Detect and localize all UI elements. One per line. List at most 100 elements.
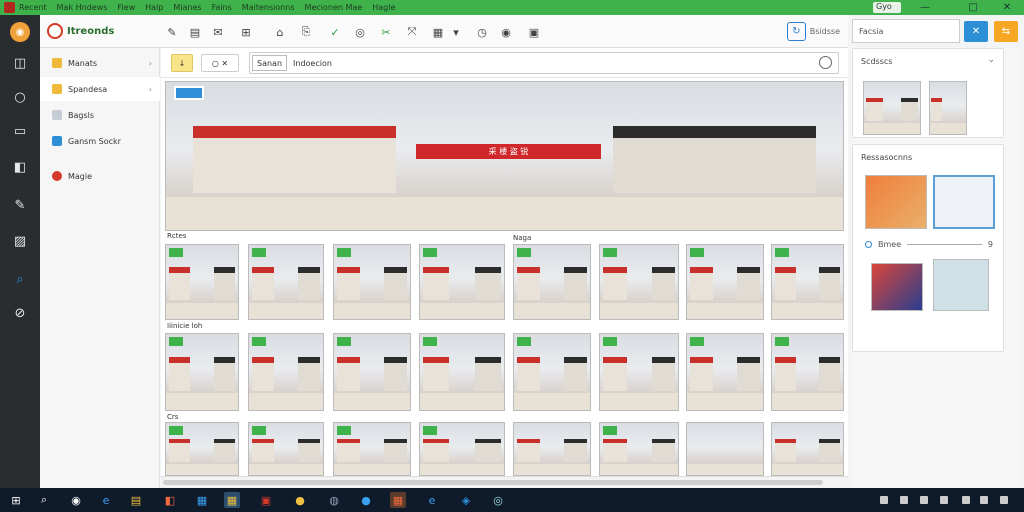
tool-copy-icon[interactable]: ⎘ [298,24,314,40]
chrome-icon[interactable]: ● [292,492,308,508]
tool-record-icon[interactable]: ◉ [498,24,514,40]
tool-table-icon[interactable]: ▦ [430,24,446,40]
app-logo-icon[interactable]: ◉ [10,22,30,42]
thumbnail[interactable] [686,422,764,476]
taskbar-search-icon[interactable]: ⌕ [36,492,52,508]
thumbnail[interactable] [419,422,505,476]
store-icon[interactable]: ▦ [194,492,210,508]
resource-thumbnail[interactable] [871,263,923,311]
thumbnail[interactable] [248,422,324,476]
sidebar-item-manats[interactable]: Manats › [40,51,160,75]
thumbnail[interactable] [599,422,679,476]
sidebar-item-gansm-sockr[interactable]: Gansm Sockr [40,129,160,153]
image-icon[interactable]: ▨ [10,231,30,251]
app-icon[interactable]: ◧ [162,492,178,508]
thumbnail[interactable] [333,244,411,320]
thumbnail[interactable] [248,244,324,320]
thumbnail[interactable] [165,422,239,476]
tool-dropdown-icon[interactable]: ▾ [448,24,464,40]
resource-thumbnail[interactable] [933,259,989,311]
thumbnail[interactable] [771,422,844,476]
right-search-input[interactable]: Facsia [852,19,960,43]
menu-item[interactable]: Fains [212,3,232,12]
chevron-down-icon[interactable]: ⌄ [987,55,995,65]
tool-scissors-icon[interactable]: ✂ [378,24,394,40]
tool-check-icon[interactable]: ✓ [327,24,343,40]
sidebar-item-bagsls[interactable]: Bagsls [40,103,160,127]
tag-icon[interactable]: ⊘ [10,303,30,323]
search-scope-pill[interactable]: Sanan [252,55,288,71]
tool-home-icon[interactable]: ⌂ [272,24,288,40]
search-icon[interactable]: ⌕ [10,269,30,289]
slider-track[interactable] [907,243,982,245]
menu-item[interactable]: Mianes [173,3,201,12]
tray-icon[interactable] [900,496,908,504]
tool-mail-icon[interactable]: ✉ [210,24,226,40]
thumbnail[interactable] [599,333,679,411]
menu-item[interactable]: Fiew [117,3,135,12]
layout-icon[interactable]: ◧ [10,157,30,177]
size-slider[interactable]: Bmee 9 [865,238,993,250]
menu-item[interactable]: Hagle [372,3,395,12]
preview-thumbnail[interactable] [863,81,921,135]
menu-item[interactable]: Halp [145,3,163,12]
close-panel-button[interactable]: ✕ [964,21,988,42]
ie-icon[interactable]: ◈ [458,492,474,508]
tray-icon[interactable] [880,496,888,504]
sidebar-item-magie[interactable]: Magie [40,164,160,188]
thumbnail[interactable] [513,333,591,411]
thumbnail[interactable] [513,422,591,476]
thumbnail[interactable] [248,333,324,411]
taskview-icon[interactable]: ◉ [68,492,84,508]
thumbnail[interactable] [686,333,764,411]
thumbnail[interactable] [333,422,411,476]
media-icon[interactable]: ▣ [258,492,274,508]
tray-icon[interactable] [980,496,988,504]
edit-icon[interactable]: ✎ [10,195,30,215]
horizontal-scrollbar[interactable] [161,476,848,488]
tool-grid-icon[interactable]: ⊞ [238,24,254,40]
active-app-icon[interactable]: ▦ [390,492,406,508]
close-button[interactable]: ✕ [992,0,1022,15]
thumbnail[interactable] [771,244,844,320]
preview-thumbnail[interactable] [929,81,967,135]
tool-expand-icon[interactable]: ⤧ [404,24,420,40]
thumbnail[interactable] [419,333,505,411]
refresh-icon[interactable]: ↻ [786,22,806,41]
scrollbar-thumb[interactable] [163,480,823,485]
hero-image[interactable]: 采 楼 盗 锐 [165,81,844,231]
thumbnail[interactable] [771,333,844,411]
menu-item[interactable]: Mecionen Mae [305,3,363,12]
menu-item[interactable]: Mak Hndews [57,3,108,12]
cube-icon[interactable]: ◎ [490,492,506,508]
tool-clock-icon[interactable]: ◷ [474,24,490,40]
thumbnail[interactable] [165,244,239,320]
search-input[interactable]: Sanan Indoecion [249,52,839,74]
menu-item[interactable]: Maitensionns [242,3,295,12]
tool-frame-icon[interactable]: ▣ [526,24,542,40]
circle-icon[interactable]: ○ [10,87,30,107]
sidebar-item-spandesa[interactable]: Spandesa › [40,77,160,101]
thumbnail[interactable] [599,244,679,320]
menu-item[interactable]: Recent [19,3,47,12]
thumbnail[interactable] [686,244,764,320]
thumbnail[interactable] [513,244,591,320]
tool-pen-icon[interactable]: ✎ [164,24,180,40]
folder-icon[interactable]: ▦ [224,492,240,508]
library-icon[interactable]: ◫ [10,53,30,73]
thumbnail[interactable] [165,333,239,411]
tray-icon[interactable] [962,496,970,504]
filter-clear-button[interactable]: ○ ✕ [201,54,239,72]
tray-icon[interactable] [940,496,948,504]
resource-thumbnail[interactable] [865,175,927,229]
swap-panel-button[interactable]: ⇆ [994,21,1018,42]
resource-thumbnail-selected[interactable] [933,175,995,229]
thumbnail[interactable] [419,244,505,320]
tray-icon[interactable] [1000,496,1008,504]
sort-button[interactable]: ↓ [171,54,193,72]
slider-handle-icon[interactable] [865,240,872,248]
maximize-button[interactable]: □ [958,0,988,15]
document-icon[interactable]: e [424,492,440,508]
tool-target-icon[interactable]: ◎ [352,24,368,40]
minimize-button[interactable]: — [910,0,940,15]
